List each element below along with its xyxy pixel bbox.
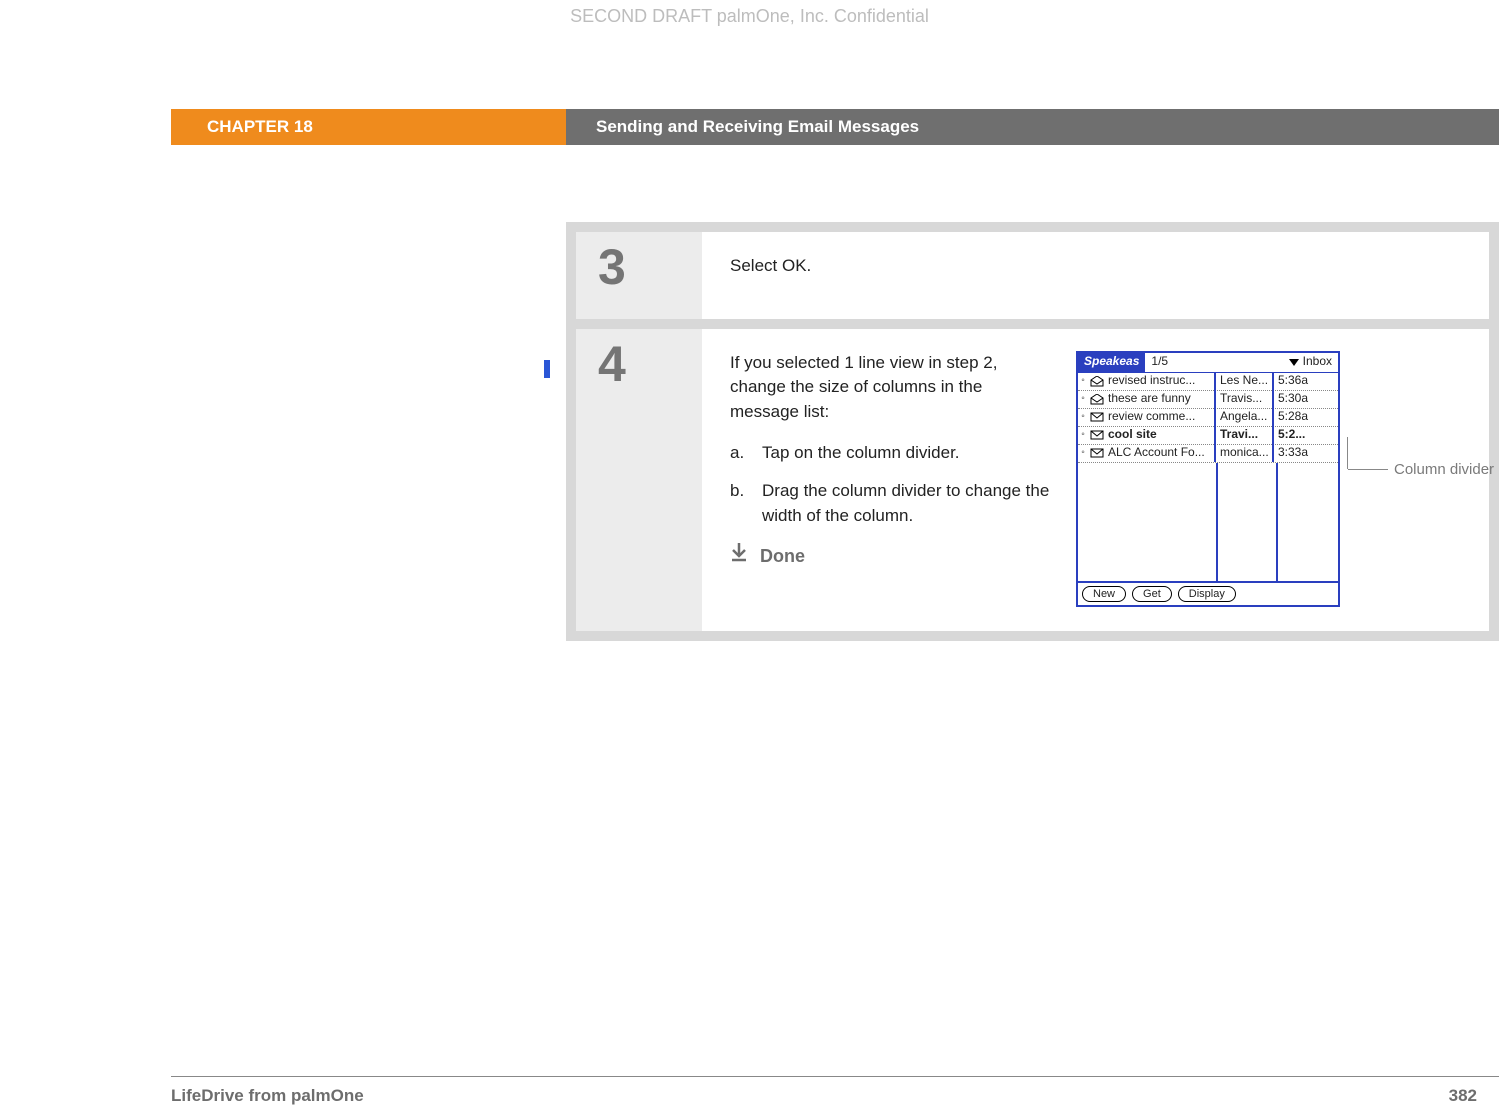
arrow-down-stop-icon [730, 542, 748, 570]
dropdown-triangle-icon [1289, 359, 1299, 366]
palm-new-button[interactable]: New [1082, 586, 1126, 602]
page-footer: LifeDrive from palmOne 382 [171, 1086, 1477, 1106]
message-row[interactable]: ◦ review comme... Angela... 5:28a [1078, 409, 1338, 427]
message-row[interactable]: ◦ ALC Account Fo... monica... 3:33a [1078, 445, 1338, 463]
header-spacer [0, 109, 171, 145]
bullet-icon: ◦ [1078, 392, 1088, 407]
palm-folder-label: Inbox [1303, 353, 1332, 370]
step-text: If you selected 1 line view in step 2, c… [730, 351, 1050, 607]
message-row[interactable]: ◦ revised instruc... Les Ne... 5:36a [1078, 373, 1338, 391]
substep-letter: b. [730, 479, 752, 528]
step-4: 4 If you selected 1 line view in step 2,… [576, 329, 1489, 631]
message-sender: Travi... [1216, 426, 1274, 443]
substep-b: b. Drag the column divider to change the… [730, 479, 1050, 528]
bullet-icon: ◦ [1078, 410, 1088, 425]
message-time: 3:33a [1274, 444, 1338, 461]
message-sender: Les Ne... [1216, 372, 1274, 389]
message-time: 5:2... [1274, 426, 1338, 443]
done-label: Done [760, 543, 805, 569]
palm-app-name: Speakeas [1078, 353, 1145, 372]
message-subject: ALC Account Fo... [1106, 444, 1216, 461]
mail-opened-icon [1088, 394, 1106, 405]
page-number: 382 [1449, 1086, 1477, 1106]
message-subject: cool site [1106, 426, 1216, 443]
step-instruction: Select OK. [730, 254, 1050, 279]
substep-text: Drag the column divider to change the wi… [762, 479, 1050, 528]
bullet-icon: ◦ [1078, 446, 1088, 461]
message-time: 5:28a [1274, 408, 1338, 425]
footer-rule [171, 1076, 1499, 1077]
steps-container: 3 Select OK. 4 If you selected 1 line vi… [566, 222, 1499, 641]
mail-closed-icon [1088, 430, 1106, 440]
message-row-unread[interactable]: ◦ cool site Travi... 5:2... [1078, 427, 1338, 445]
palm-titlebar: Speakeas 1/5 Inbox [1078, 353, 1338, 373]
message-sender: monica... [1216, 444, 1274, 461]
palm-display-button[interactable]: Display [1178, 586, 1236, 602]
palm-empty-area [1078, 463, 1338, 581]
column-divider-callout: Column divider [1348, 459, 1494, 481]
palm-message-counter: 1/5 [1145, 353, 1174, 370]
callout-leader-line [1348, 469, 1388, 470]
palm-email-app: Speakeas 1/5 Inbox ◦ [1076, 351, 1340, 607]
chapter-label: CHAPTER 18 [171, 109, 566, 145]
step-number: 4 [598, 339, 626, 389]
chapter-title: Sending and Receiving Email Messages [566, 109, 1499, 145]
message-sender: Travis... [1216, 390, 1274, 407]
column-divider[interactable] [1216, 463, 1218, 581]
revision-change-bar [544, 360, 550, 378]
message-subject: these are funny [1106, 390, 1216, 407]
product-name: LifeDrive from palmOne [171, 1086, 364, 1106]
message-subject: revised instruc... [1106, 372, 1216, 389]
callout-label: Column divider [1394, 459, 1494, 481]
message-subject: review comme... [1106, 408, 1216, 425]
step-number-cell: 3 [576, 232, 702, 319]
substep-a: a. Tap on the column divider. [730, 441, 1050, 466]
palm-button-bar: New Get Display [1078, 581, 1338, 605]
bullet-icon: ◦ [1078, 374, 1088, 389]
mail-closed-icon [1088, 448, 1106, 458]
chapter-header-bar: CHAPTER 18 Sending and Receiving Email M… [0, 109, 1499, 145]
step-intro: If you selected 1 line view in step 2, c… [730, 351, 1050, 425]
column-divider[interactable] [1276, 463, 1278, 581]
step-text: Select OK. [730, 254, 1050, 295]
message-time: 5:30a [1274, 390, 1338, 407]
mail-closed-icon [1088, 412, 1106, 422]
palm-folder-picker[interactable]: Inbox [1289, 353, 1338, 370]
palm-get-button[interactable]: Get [1132, 586, 1172, 602]
step-body: If you selected 1 line view in step 2, c… [702, 329, 1489, 631]
embedded-screenshot: Speakeas 1/5 Inbox ◦ [1076, 351, 1461, 607]
confidential-watermark: SECOND DRAFT palmOne, Inc. Confidential [0, 6, 1499, 27]
message-sender: Angela... [1216, 408, 1274, 425]
substep-letter: a. [730, 441, 752, 466]
step-body: Select OK. [702, 232, 1489, 319]
bullet-icon: ◦ [1078, 428, 1088, 443]
message-row[interactable]: ◦ these are funny Travis... 5:30a [1078, 391, 1338, 409]
message-time: 5:36a [1274, 372, 1338, 389]
mail-opened-icon [1088, 376, 1106, 387]
palm-message-list: ◦ revised instruc... Les Ne... 5:36a ◦ [1078, 373, 1338, 581]
step-number: 3 [598, 242, 626, 292]
step-number-cell: 4 [576, 329, 702, 631]
substep-text: Tap on the column divider. [762, 441, 1050, 466]
step-3: 3 Select OK. [576, 232, 1489, 319]
done-indicator: Done [730, 542, 1050, 570]
